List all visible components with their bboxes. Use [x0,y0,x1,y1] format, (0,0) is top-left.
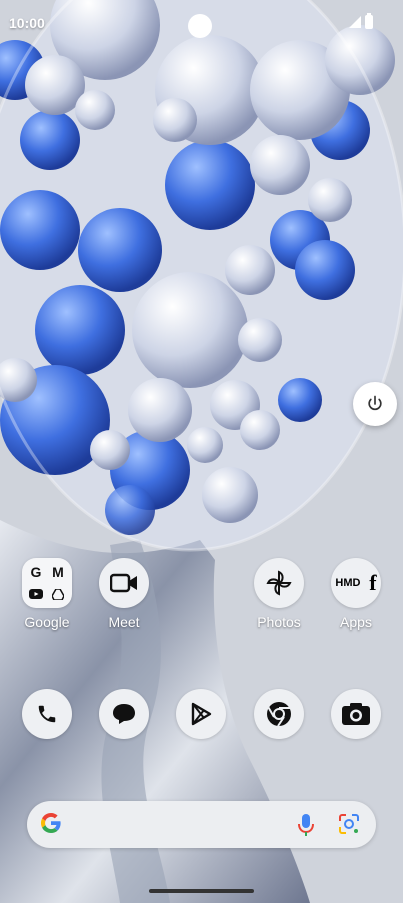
meet-app[interactable]: Meet [84,558,164,630]
photos-app[interactable]: Photos [239,558,319,630]
power-button[interactable] [353,382,397,426]
camera-icon [342,703,370,725]
drive-icon [48,584,68,604]
app-label-meet: Meet [108,614,140,630]
phone-icon [38,705,56,723]
chrome-icon-container [254,689,304,739]
play-store-icon [191,702,212,726]
messages-icon [113,704,135,724]
battery-icon [365,13,373,29]
play-store-app[interactable] [161,689,241,739]
google-search-bar[interactable] [27,801,376,848]
google-folder-icon: G M [22,558,72,608]
google-lens-icon[interactable] [338,813,360,835]
apps-folder[interactable]: HMD f Apps [316,558,396,630]
messages-app[interactable] [84,689,164,739]
power-icon [368,395,382,411]
photos-icon-container [254,558,304,608]
camera-cutout [188,14,212,38]
meet-icon [110,573,137,593]
photos-icon [266,570,292,596]
meet-icon-container [99,558,149,608]
google-icon: G [30,564,42,580]
hmd-icon: HMD [335,577,361,589]
camera-icon-container [331,689,381,739]
gesture-navigation-bar[interactable] [149,889,254,893]
chrome-app[interactable] [239,689,319,739]
google-folder[interactable]: G M Google [7,558,87,630]
signal-icon [349,16,361,28]
google-g-icon [41,813,61,833]
phone-app[interactable] [7,689,87,739]
gmail-icon: M [52,564,64,580]
status-time: 10:00 [9,15,45,31]
camera-app[interactable] [316,689,396,739]
phone-icon-container [22,689,72,739]
microphone-icon[interactable] [298,813,314,837]
app-label-photos: Photos [257,614,301,630]
app-label-google: Google [24,614,70,630]
youtube-icon [26,584,46,604]
status-bar: 10:00 [0,0,403,44]
app-label-apps: Apps [340,614,372,630]
apps-folder-icon: HMD f [331,558,381,608]
messages-icon-container [99,689,149,739]
play-store-icon-container [176,689,226,739]
facebook-icon: f [369,570,377,595]
wallpaper [0,0,403,903]
chrome-icon [267,702,291,727]
